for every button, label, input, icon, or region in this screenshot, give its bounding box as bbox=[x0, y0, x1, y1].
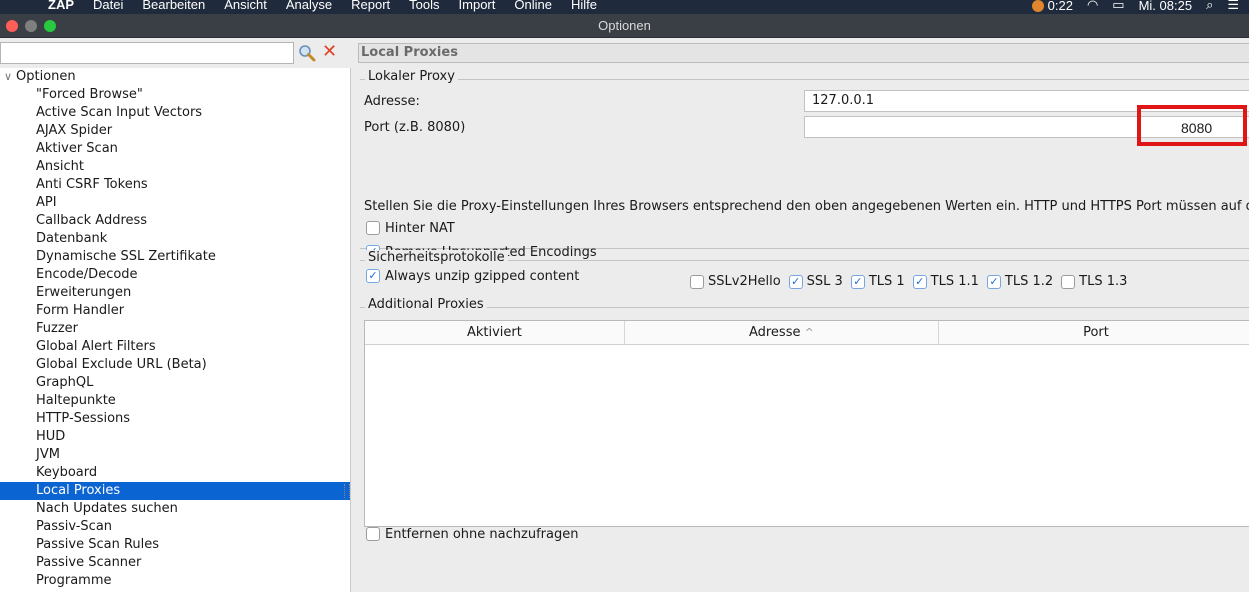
port-label: Port (z.B. 8080) bbox=[364, 120, 466, 135]
sidebar-item[interactable]: Form Handler bbox=[0, 302, 350, 320]
clear-search-icon[interactable]: ✕ bbox=[322, 43, 340, 61]
window-title: Optionen bbox=[598, 18, 651, 33]
sidebar-item[interactable]: API bbox=[0, 194, 350, 212]
sidebar-item[interactable]: Passive Scanner bbox=[0, 554, 350, 572]
chevron-down-icon[interactable]: ∨ bbox=[4, 68, 16, 86]
menu-report[interactable]: Report bbox=[351, 0, 390, 12]
additional-proxies-table[interactable]: Aktiviert Adresse ^ Port bbox=[364, 320, 1249, 527]
sidebar-item[interactable]: Ansicht bbox=[0, 158, 350, 176]
sidebar-item[interactable]: Programme bbox=[0, 572, 350, 590]
sort-ascending-icon: ^ bbox=[804, 326, 814, 339]
hinter-nat-checkbox[interactable] bbox=[366, 221, 380, 235]
proxy-hint-text: Stellen Sie die Proxy-Einstellungen Ihre… bbox=[364, 199, 1249, 214]
spotlight-icon[interactable]: ⌕ bbox=[1206, 0, 1213, 13]
tls12-checkbox[interactable]: ✓ bbox=[986, 274, 1001, 289]
proto-sslv2hello[interactable]: SSLv2Hello bbox=[690, 274, 781, 289]
options-tree: ∨ Optionen "Forced Browse" Active Scan Inp… bbox=[0, 68, 350, 590]
search-input[interactable] bbox=[0, 42, 294, 64]
sidebar-item[interactable]: Local Proxies bbox=[0, 482, 350, 500]
security-protocols-title: Sicherheitsprotokolle bbox=[365, 250, 508, 265]
sidebar-item[interactable]: Global Alert Filters bbox=[0, 338, 350, 356]
sidebar-item[interactable]: AJAX Spider bbox=[0, 122, 350, 140]
tls1-checkbox[interactable]: ✓ bbox=[850, 274, 865, 289]
remove-without-prompt-option[interactable]: Entfernen ohne nachzufragen bbox=[366, 525, 578, 543]
menu-hilfe[interactable]: Hilfe bbox=[571, 0, 597, 12]
search-row: ✕ bbox=[0, 38, 351, 68]
sidebar-item[interactable]: Passiv-Scan bbox=[0, 518, 350, 536]
status-area: 0:22 ◠ ▭ Mi. 08:25 ⌕ ☰ bbox=[1032, 0, 1239, 13]
sidebar-item[interactable]: HUD bbox=[0, 428, 350, 446]
control-center-icon[interactable]: ☰ bbox=[1227, 0, 1239, 13]
wifi-icon[interactable]: ◠ bbox=[1087, 0, 1098, 13]
menu-tools[interactable]: Tools bbox=[409, 0, 439, 12]
sidebar-item[interactable]: Callback Address bbox=[0, 212, 350, 230]
column-aktiviert[interactable]: Aktiviert bbox=[365, 321, 625, 344]
additional-proxies-title: Additional Proxies bbox=[365, 297, 487, 312]
options-sidebar: ✕ ∨ Optionen "Forced Browse" Active Scan I… bbox=[0, 38, 351, 592]
protocol-options: SSLv2Hello ✓ SSL 3 ✓ TLS 1 ✓ TLS 1.1 ✓ TLS 1… bbox=[690, 274, 1127, 289]
column-port[interactable]: Port bbox=[939, 321, 1249, 344]
ssl3-checkbox[interactable]: ✓ bbox=[788, 274, 803, 289]
sidebar-item[interactable]: Active Scan Input Vectors bbox=[0, 104, 350, 122]
tls13-checkbox[interactable] bbox=[1061, 274, 1076, 289]
remove-without-prompt-checkbox[interactable] bbox=[366, 527, 380, 541]
page-title: Local Proxies bbox=[358, 43, 1249, 63]
tree-items: "Forced Browse" Active Scan Input Vectors… bbox=[0, 86, 350, 590]
sslv2hello-checkbox[interactable] bbox=[690, 274, 704, 289]
proto-tls13[interactable]: TLS 1.3 bbox=[1061, 274, 1127, 289]
additional-proxies-group: Additional Proxies Aktiviert Adresse ^ P… bbox=[360, 297, 1249, 557]
sidebar-item[interactable]: Encode/Decode bbox=[0, 266, 350, 284]
battery-status[interactable]: 0:22 bbox=[1032, 0, 1073, 13]
sidebar-item[interactable]: GraphQL bbox=[0, 374, 350, 392]
local-proxy-group: Lokaler Proxy Adresse: 127.0.0.1 Port (z… bbox=[360, 69, 1249, 284]
address-label: Adresse: bbox=[364, 94, 420, 109]
sidebar-item[interactable]: Dynamische SSL Zertifikate bbox=[0, 248, 350, 266]
sidebar-item[interactable]: Keyboard bbox=[0, 464, 350, 482]
sidebar-item[interactable]: HTTP-Sessions bbox=[0, 410, 350, 428]
menu-ansicht[interactable]: Ansicht bbox=[224, 0, 267, 12]
proto-tls11[interactable]: ✓ TLS 1.1 bbox=[912, 274, 979, 289]
proto-tls12[interactable]: ✓ TLS 1.2 bbox=[986, 274, 1053, 289]
sidebar-item[interactable]: Erweiterungen bbox=[0, 284, 350, 302]
menu-analyse[interactable]: Analyse bbox=[286, 0, 332, 12]
sidebar-item[interactable]: Nach Updates suchen bbox=[0, 500, 350, 518]
menu-import[interactable]: Import bbox=[459, 0, 496, 12]
window-title-bar: Optionen bbox=[0, 14, 1249, 38]
sidebar-item[interactable]: Haltepunkte bbox=[0, 392, 350, 410]
battery-icon bbox=[1032, 0, 1044, 13]
sidebar-item[interactable]: Fuzzer bbox=[0, 320, 350, 338]
hinter-nat-option[interactable]: Hinter NAT bbox=[366, 219, 455, 237]
menu-datei[interactable]: Datei bbox=[93, 0, 123, 12]
app-menus: ZAP Datei Bearbeiten Ansicht Analyse Rep… bbox=[48, 0, 597, 12]
tree-root[interactable]: ∨ Optionen bbox=[0, 68, 350, 86]
macos-menu-bar: ZAP Datei Bearbeiten Ansicht Analyse Rep… bbox=[0, 0, 1249, 14]
menu-bearbeiten[interactable]: Bearbeiten bbox=[142, 0, 205, 12]
sidebar-item[interactable]: Anti CSRF Tokens bbox=[0, 176, 350, 194]
menu-online[interactable]: Online bbox=[514, 0, 552, 12]
clock[interactable]: Mi. 08:25 bbox=[1139, 0, 1192, 13]
security-protocols-group: Sicherheitsprotokolle SSLv2Hello ✓ SSL 3 … bbox=[360, 250, 1249, 298]
proto-tls1[interactable]: ✓ TLS 1 bbox=[850, 274, 905, 289]
search-icon[interactable] bbox=[298, 44, 316, 62]
menu-app-zap[interactable]: ZAP bbox=[48, 0, 74, 12]
split-pane-handle[interactable] bbox=[344, 484, 350, 498]
tls11-checkbox[interactable]: ✓ bbox=[912, 274, 927, 289]
sidebar-item[interactable]: Global Exclude URL (Beta) bbox=[0, 356, 350, 374]
proto-ssl3[interactable]: ✓ SSL 3 bbox=[788, 274, 843, 289]
table-header: Aktiviert Adresse ^ Port bbox=[365, 321, 1249, 345]
airplay-icon[interactable]: ▭ bbox=[1112, 0, 1124, 13]
local-proxy-group-title: Lokaler Proxy bbox=[365, 69, 458, 84]
sidebar-item[interactable]: "Forced Browse" bbox=[0, 86, 350, 104]
sidebar-item[interactable]: Passive Scan Rules bbox=[0, 536, 350, 554]
port-value: 8080 bbox=[1181, 120, 1213, 136]
column-adresse[interactable]: Adresse ^ bbox=[625, 321, 939, 344]
sidebar-item[interactable]: JVM bbox=[0, 446, 350, 464]
options-content: Local Proxies Lokaler Proxy Adresse: 127… bbox=[352, 38, 1249, 592]
sidebar-item[interactable]: Datenbank bbox=[0, 230, 350, 248]
sidebar-item[interactable]: Aktiver Scan bbox=[0, 140, 350, 158]
